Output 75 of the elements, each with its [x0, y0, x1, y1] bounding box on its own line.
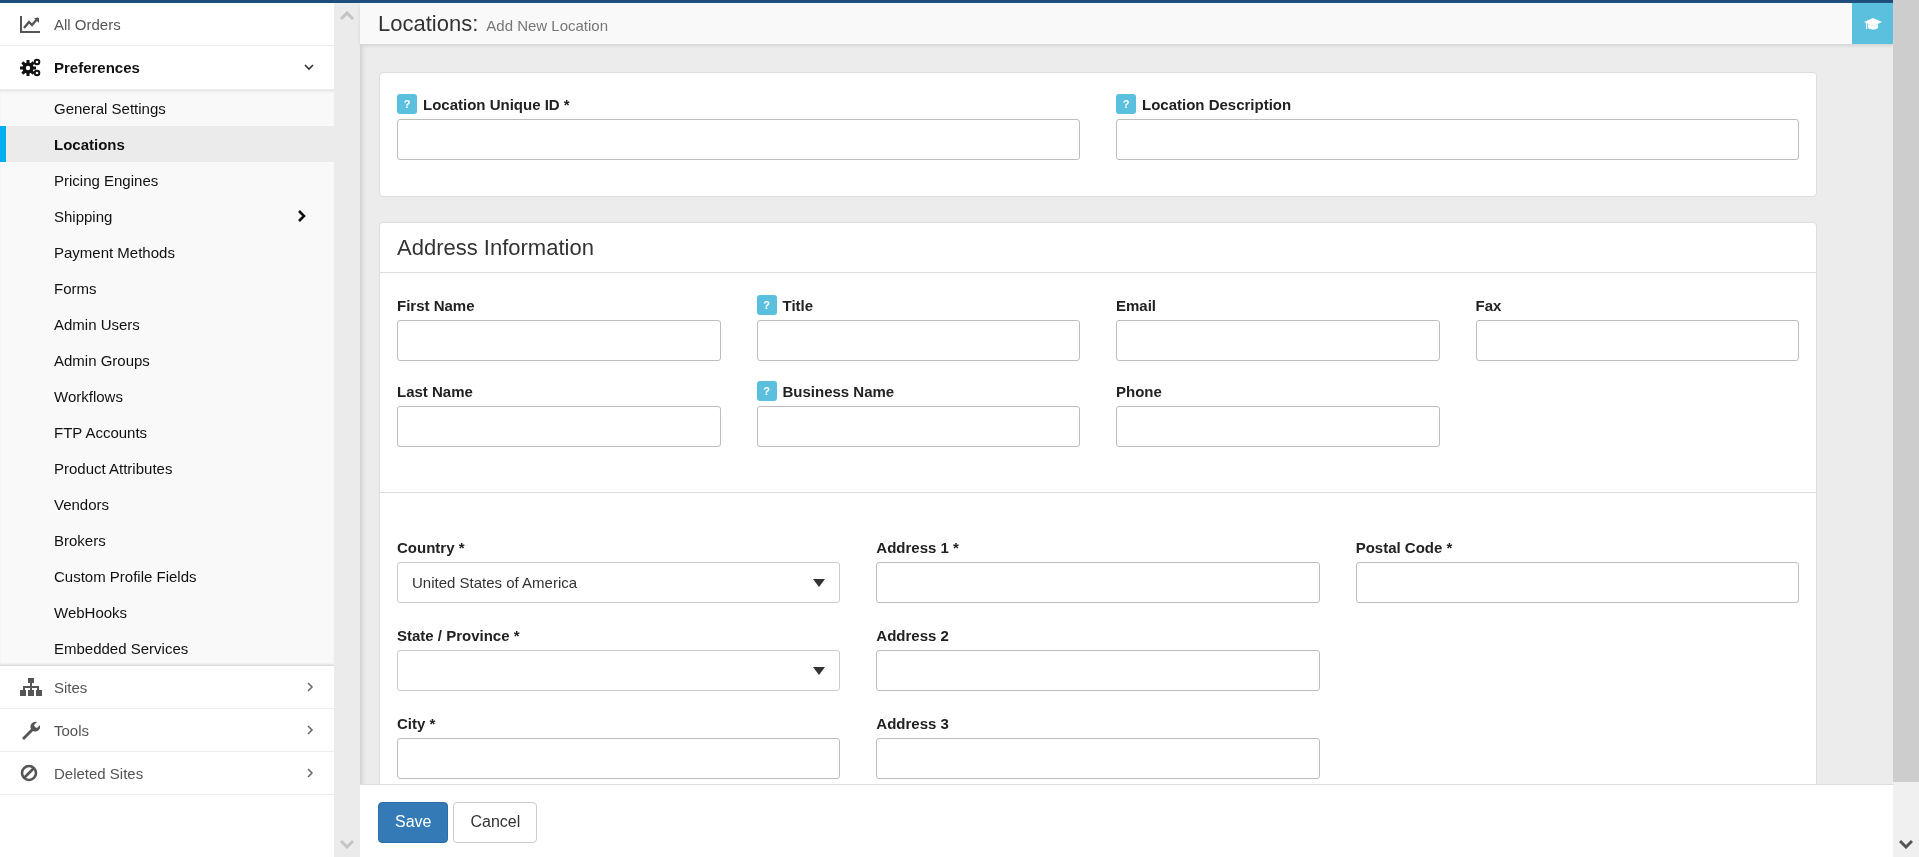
section-title: Address Information: [380, 223, 1816, 273]
wrench-icon: [20, 720, 40, 740]
chevron-right-icon: [307, 725, 314, 735]
scroll-up-icon[interactable]: [340, 11, 354, 21]
ban-icon: [20, 764, 38, 782]
submenu-item[interactable]: Brokers: [0, 522, 334, 558]
submenu-item[interactable]: General Settings: [0, 90, 334, 126]
sitemap-icon: [20, 678, 42, 696]
field-label: Title: [782, 296, 814, 314]
chevron-right-icon: [307, 768, 314, 778]
graduation-cap-icon: [1863, 16, 1882, 31]
submenu-item[interactable]: Admin Groups: [0, 342, 334, 378]
nav-item[interactable]: Preferences: [0, 46, 334, 89]
submenu-item[interactable]: WebHooks: [0, 594, 334, 630]
text-input[interactable]: [397, 320, 721, 361]
text-input[interactable]: [1355, 562, 1799, 603]
text-input[interactable]: [876, 650, 1320, 691]
text-input[interactable]: [1475, 320, 1799, 361]
chart-line-icon: [20, 15, 41, 33]
chevron-right-icon: [297, 209, 306, 223]
text-input[interactable]: [876, 738, 1320, 779]
submenu-item[interactable]: Workflows: [0, 378, 334, 414]
submenu-item[interactable]: Admin Users: [0, 306, 334, 342]
nav-item[interactable]: Tools: [0, 709, 334, 752]
field-label: Phone: [1116, 382, 1162, 400]
field-label: Email: [1116, 296, 1157, 314]
select-field[interactable]: United States of America: [397, 562, 841, 603]
submenu-item[interactable]: Shipping: [0, 198, 334, 234]
nav-item[interactable]: Deleted Sites: [0, 752, 334, 795]
submenu-item[interactable]: Custom Profile Fields: [0, 558, 334, 594]
field-label: Postal Code *: [1355, 538, 1453, 556]
field-label: Business Name: [782, 382, 895, 400]
gears-icon: [20, 57, 42, 78]
submenu-item[interactable]: FTP Accounts: [0, 414, 334, 450]
scroll-down-icon[interactable]: [1899, 839, 1913, 849]
submenu-item[interactable]: Pricing Engines: [0, 162, 334, 198]
text-input[interactable]: [756, 320, 1080, 361]
field-label: Last Name: [397, 382, 473, 400]
text-input[interactable]: [756, 406, 1080, 447]
submenu-item[interactable]: Product Attributes: [0, 450, 334, 486]
nav-item[interactable]: Sites: [0, 666, 334, 709]
submenu-item[interactable]: Payment Methods: [0, 234, 334, 270]
page-title: Locations:: [378, 10, 479, 37]
field-label: Address 3: [876, 714, 949, 732]
save-button[interactable]: Save: [378, 801, 449, 843]
field-label: Address 1 *: [876, 538, 959, 556]
text-input[interactable]: [1116, 119, 1799, 160]
field-label: Address 2: [876, 626, 949, 644]
field-label: State / Province *: [397, 626, 520, 644]
scrollbar-thumb[interactable]: [1893, 0, 1919, 782]
text-input[interactable]: [397, 406, 721, 447]
submenu-item[interactable]: Vendors: [0, 486, 334, 522]
caret-icon: [813, 578, 826, 587]
field-label: Location Description: [1142, 95, 1292, 113]
chevron-right-icon: [307, 682, 314, 692]
text-input[interactable]: [1116, 406, 1440, 447]
submenu-item[interactable]: Embedded Services: [0, 630, 334, 666]
select-field[interactable]: [397, 650, 841, 691]
tutorial-button[interactable]: [1852, 3, 1893, 44]
field-label: Location Unique ID *: [423, 95, 570, 113]
page-subtitle: Add New Location: [486, 17, 610, 34]
submenu-item[interactable]: Locations: [0, 126, 334, 162]
text-input[interactable]: [397, 119, 1080, 160]
field-label: Country *: [397, 538, 465, 556]
text-input[interactable]: [1116, 320, 1440, 361]
nav-item[interactable]: All Orders: [0, 3, 334, 46]
field-label: First Name: [397, 296, 475, 314]
chevron-down-icon: [304, 64, 314, 71]
text-input[interactable]: [876, 562, 1320, 603]
field-label: City *: [397, 714, 436, 732]
text-input[interactable]: [397, 738, 841, 779]
cancel-button[interactable]: Cancel: [453, 801, 538, 843]
submenu-item[interactable]: Forms: [0, 270, 334, 306]
caret-icon: [813, 666, 826, 675]
field-label: Fax: [1475, 296, 1502, 314]
